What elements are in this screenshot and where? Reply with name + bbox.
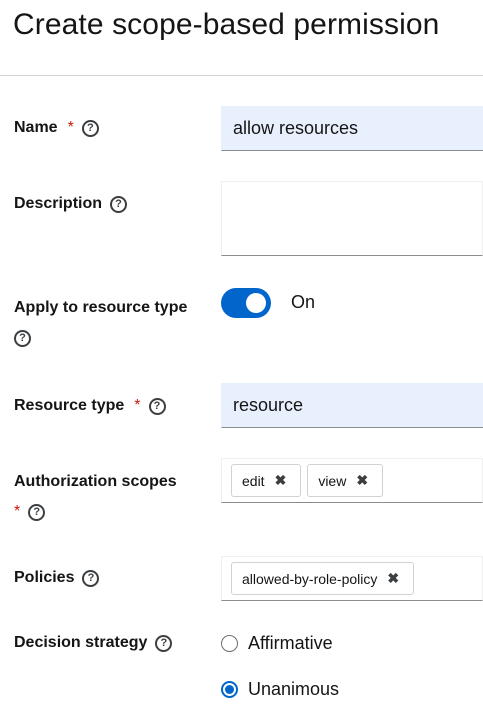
policies-label-text: Policies [14, 569, 75, 586]
help-icon[interactable]: ? [110, 195, 128, 213]
resource-type-label-text: Resource type [14, 397, 125, 414]
chip-label: edit [242, 472, 265, 489]
authorization-scopes-select[interactable]: edit ✖ view ✖ [221, 458, 483, 503]
remove-chip-icon[interactable]: ✖ [275, 472, 287, 489]
header-divider [0, 75, 483, 76]
help-icon[interactable]: ? [155, 634, 173, 652]
radio-affirmative[interactable]: Affirmative [221, 633, 333, 654]
toggle-state-label: On [291, 292, 316, 312]
help-icon[interactable]: ? [148, 397, 166, 415]
help-icon[interactable]: ? [82, 569, 100, 587]
required-asterisk: * [14, 503, 21, 520]
description-label-text: Description [14, 195, 103, 212]
help-icon[interactable]: ? [81, 119, 99, 137]
required-asterisk: * [134, 397, 141, 414]
name-input[interactable]: allow resources [221, 106, 483, 151]
scope-chip: edit ✖ [231, 464, 302, 497]
description-label: Description ? [14, 195, 128, 213]
radio-label: Affirmative [248, 633, 333, 653]
radio-label: Unanimous [248, 679, 340, 699]
required-asterisk: * [67, 119, 74, 136]
scope-chip: view ✖ [307, 464, 384, 497]
radio-button-unchecked[interactable] [221, 635, 238, 652]
remove-chip-icon[interactable]: ✖ [356, 472, 368, 489]
name-label: Name * ? [14, 119, 99, 137]
page-title: Create scope-based permission [13, 8, 440, 41]
help-icon[interactable]: ? [28, 503, 46, 521]
toggle-knob [246, 293, 266, 313]
decision-strategy-label-text: Decision strategy [14, 634, 148, 651]
resource-type-input[interactable]: resource [221, 383, 483, 428]
chip-label: view [318, 472, 347, 489]
description-textarea[interactable] [221, 181, 483, 256]
apply-to-resource-type-toggle[interactable] [221, 288, 271, 318]
authorization-scopes-label-text: Authorization scopes [14, 473, 177, 490]
help-icon[interactable]: ? [14, 329, 31, 347]
remove-chip-icon[interactable]: ✖ [387, 570, 399, 587]
radio-unanimous[interactable]: Unanimous [221, 679, 339, 700]
decision-strategy-label: Decision strategy ? [14, 634, 173, 652]
resource-type-label: Resource type * ? [14, 397, 166, 415]
radio-button-checked[interactable] [221, 681, 238, 698]
chip-label: allowed-by-role-policy [242, 570, 378, 587]
name-label-text: Name [14, 119, 58, 136]
policies-select[interactable]: allowed-by-role-policy ✖ [221, 556, 483, 601]
apply-to-resource-type-label: Apply to resource type ? [14, 293, 187, 353]
policies-label: Policies ? [14, 569, 100, 587]
policy-chip: allowed-by-role-policy ✖ [231, 562, 415, 595]
apply-to-resource-type-label-text: Apply to resource type [14, 299, 188, 316]
authorization-scopes-label: Authorization scopes * ? [14, 467, 177, 527]
